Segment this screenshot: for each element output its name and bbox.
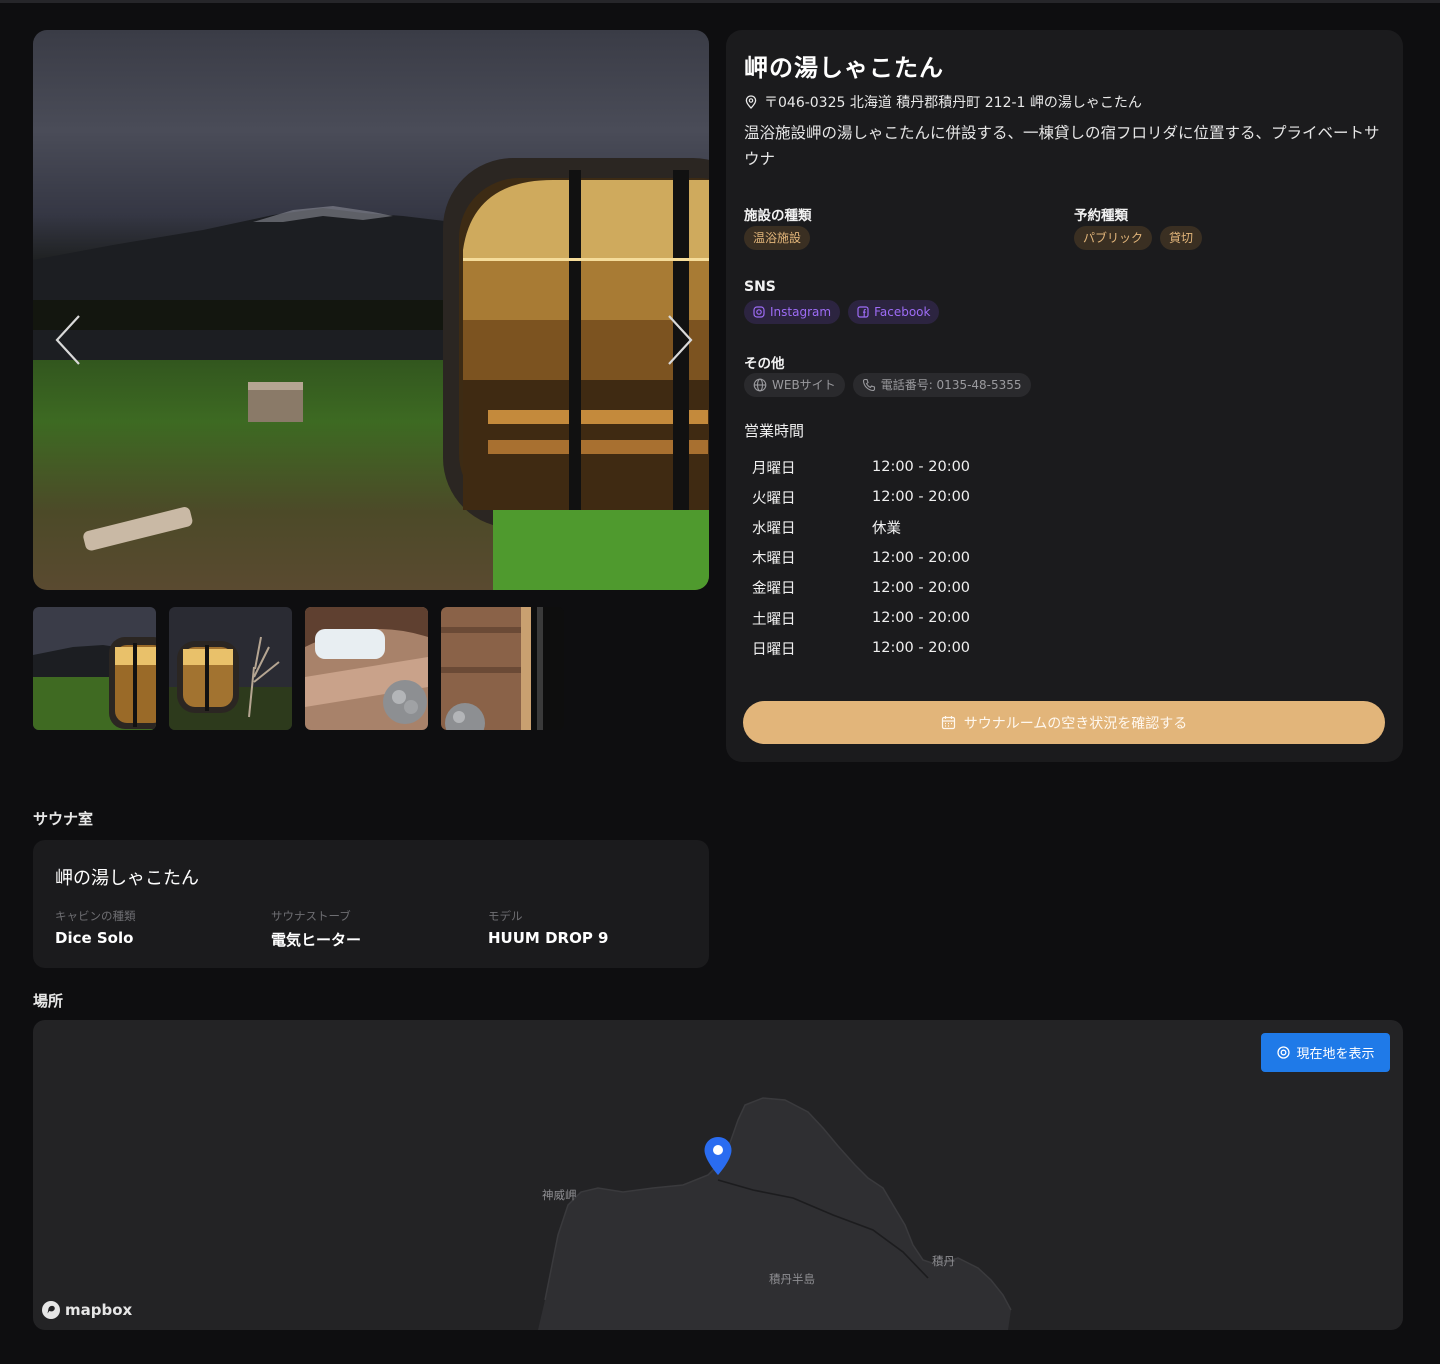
instagram-icon — [753, 306, 765, 318]
main-photo — [33, 158, 709, 590]
other-label: その他 — [744, 356, 785, 372]
location-section-title: 場所 — [33, 992, 64, 1010]
show-current-location-button[interactable]: 現在地を表示 — [1261, 1033, 1390, 1072]
facility-info-panel: 岬の湯しゃこたん 〒046-0325 北海道 積丹郡積丹町 212-1 岬の湯し… — [726, 30, 1403, 762]
hours-time: 12:00 - 20:00 — [872, 489, 971, 506]
hours-time: 休業 — [872, 520, 901, 537]
hours-row: 水曜日 休業 — [752, 512, 970, 542]
sns-label: SNS — [744, 279, 776, 295]
facebook-link[interactable]: Facebook — [848, 300, 940, 324]
hours-row: 月曜日 12:00 - 20:00 — [752, 452, 970, 482]
other-links: WEBサイト 電話番号: 0135-48-5355 — [744, 373, 1031, 397]
sauna-room-name: 岬の湯しゃこたん — [55, 868, 199, 889]
phone-link[interactable]: 電話番号: 0135-48-5355 — [852, 373, 1031, 397]
mapbox-label: mapbox — [65, 1301, 133, 1319]
hours-time: 12:00 - 20:00 — [872, 610, 971, 627]
thumbnail-3[interactable] — [305, 607, 428, 730]
hours-day: 土曜日 — [752, 611, 796, 628]
hours-day: 水曜日 — [752, 520, 796, 537]
pin-outline-icon — [745, 95, 757, 109]
thumbnail-1[interactable] — [33, 607, 156, 730]
instagram-label: Instagram — [770, 305, 832, 319]
hours-table: 月曜日 12:00 - 20:00 火曜日 12:00 - 20:00 水曜日 休業 … — [752, 452, 970, 663]
mapbox-attribution[interactable]: mapbox — [41, 1300, 132, 1320]
reservation-tag-private: 貸切 — [1160, 226, 1203, 250]
website-link[interactable]: WEBサイト — [744, 373, 845, 397]
map-place-label: 積丹半島 — [769, 1272, 815, 1286]
hours-row: 火曜日 12:00 - 20:00 — [752, 482, 970, 512]
calendar-icon — [941, 716, 955, 730]
facility-title: 岬の湯しゃこたん — [744, 54, 944, 82]
map[interactable]: 神威岬 積丹半島 積丹 現在地を表示 mapbox — [33, 1020, 1403, 1330]
hours-row: 土曜日 12:00 - 20:00 — [752, 603, 970, 633]
website-label: WEBサイト — [772, 378, 836, 392]
hours-day: 金曜日 — [752, 581, 796, 598]
reservation-type-tags: パブリック 貸切 — [1074, 226, 1203, 250]
spec-value: HUUM DROP 9 — [488, 929, 609, 947]
show-current-location-label: 現在地を表示 — [1296, 1047, 1375, 1062]
spec-label: モデル — [488, 909, 523, 923]
hours-time: 12:00 - 20:00 — [872, 459, 971, 476]
hours-time: 12:00 - 20:00 — [872, 549, 971, 566]
address-text: 〒046-0325 北海道 積丹郡積丹町 212-1 岬の湯しゃこたん — [764, 95, 1142, 111]
check-availability-label: サウナルームの空き状況を確認する — [963, 715, 1188, 732]
gallery-prev-button[interactable] — [43, 310, 83, 370]
spec-value: Dice Solo — [55, 929, 134, 947]
globe-icon — [753, 378, 767, 392]
facility-type-label: 施設の種類 — [744, 208, 812, 224]
hours-title: 営業時間 — [744, 422, 805, 440]
hours-day: 月曜日 — [752, 460, 796, 477]
mapbox-logo-icon — [42, 1301, 60, 1319]
hours-row: 木曜日 12:00 - 20:00 — [752, 543, 970, 573]
gallery-next-button[interactable] — [665, 310, 705, 370]
sauna-section-title: サウナ室 — [33, 810, 94, 828]
hours-time: 12:00 - 20:00 — [872, 640, 971, 657]
hours-day: 火曜日 — [752, 490, 796, 507]
spec-model: モデル HUUM DROP 9 — [488, 908, 608, 947]
hours-day: 木曜日 — [752, 551, 796, 568]
spec-stove: サウナストーブ 電気ヒーター — [271, 908, 361, 950]
facebook-icon — [857, 306, 869, 318]
hours-time: 12:00 - 20:00 — [872, 579, 971, 596]
reservation-tag-public: パブリック — [1074, 226, 1153, 250]
sauna-room-card: 岬の湯しゃこたん キャビンの種類 Dice Solo サウナストーブ 電気ヒータ… — [33, 840, 709, 968]
spec-label: キャビンの種類 — [55, 909, 136, 923]
thumbnail-4[interactable] — [441, 607, 564, 730]
facility-type-tag: 温浴施設 — [744, 226, 811, 250]
facebook-label: Facebook — [874, 305, 931, 319]
hours-day: 日曜日 — [752, 641, 796, 658]
chevron-left-icon — [55, 315, 80, 365]
facility-type-tags: 温浴施設 — [744, 226, 811, 250]
spec-cabin: キャビンの種類 Dice Solo — [55, 908, 136, 947]
facility-description: 温浴施設岬の湯しゃこたんに併設する、一棟貸しの宿フロリダに位置する、プライベート… — [744, 124, 1380, 168]
thumbnail-strip — [33, 607, 564, 730]
phone-icon — [862, 378, 875, 392]
spec-label: サウナストーブ — [271, 909, 351, 923]
target-icon — [1277, 1046, 1291, 1059]
instagram-link[interactable]: Instagram — [744, 300, 841, 324]
location-marker[interactable] — [703, 1136, 733, 1180]
map-place-label: 神威岬 — [542, 1188, 577, 1202]
photo-gallery-main[interactable] — [33, 30, 709, 590]
reservation-type-label: 予約種類 — [1074, 208, 1128, 224]
spec-value: 電気ヒーター — [271, 931, 362, 949]
address: 〒046-0325 北海道 積丹郡積丹町 212-1 岬の湯しゃこたん — [744, 92, 1142, 112]
top-border — [0, 0, 1440, 3]
hours-row: 日曜日 12:00 - 20:00 — [752, 633, 970, 663]
phone-label: 電話番号: 0135-48-5355 — [880, 378, 1022, 392]
hours-row: 金曜日 12:00 - 20:00 — [752, 573, 970, 603]
sns-links: Instagram Facebook — [744, 300, 940, 324]
check-availability-button[interactable]: サウナルームの空き状況を確認する — [743, 701, 1385, 744]
map-pin-icon — [704, 1137, 732, 1175]
thumbnail-2[interactable] — [169, 607, 292, 730]
chevron-right-icon — [668, 315, 693, 365]
map-place-label: 積丹 — [932, 1254, 955, 1268]
